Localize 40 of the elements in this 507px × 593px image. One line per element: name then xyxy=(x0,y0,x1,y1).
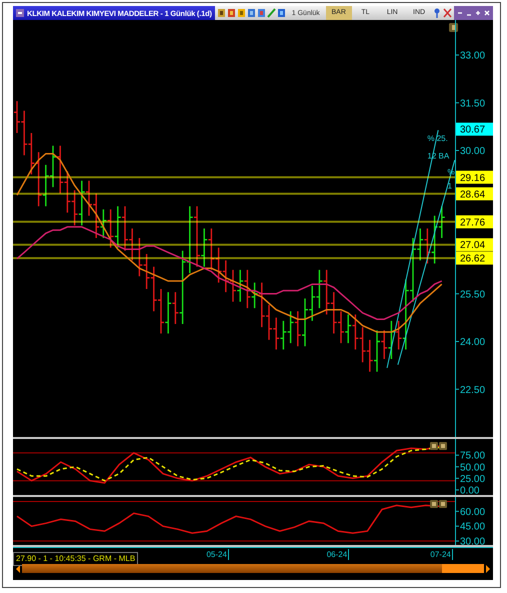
price-tag: 30.67 xyxy=(456,122,493,136)
axis-label: 50.00 xyxy=(460,462,486,474)
tool-icon[interactable] xyxy=(276,8,286,18)
axis-label: 30.00 xyxy=(460,146,486,157)
axis-label: 22.50 xyxy=(460,384,486,396)
window-menu-icon[interactable] xyxy=(16,9,24,17)
axis-label: 25.50 xyxy=(460,289,486,300)
annotation-label: % 25. xyxy=(427,134,448,143)
price-tag: 27.04 xyxy=(456,238,493,252)
scrollbar-thumb[interactable] xyxy=(442,564,484,573)
price-tag: 26.62 xyxy=(456,252,493,265)
annotation-label: 1 xyxy=(448,182,452,191)
date-label: 07-24 xyxy=(422,549,453,560)
close-cross-icon[interactable] xyxy=(442,8,452,18)
axis-label: 24.00 xyxy=(460,337,486,348)
maximize-icon[interactable] xyxy=(474,8,482,18)
axis-label: 0.00 xyxy=(460,485,480,495)
axis-label: 75.00 xyxy=(460,450,486,462)
axis-label: 45.00 xyxy=(460,522,486,533)
ref-line-label: 26.62 xyxy=(460,254,486,265)
panel-buttons-icon[interactable] xyxy=(430,500,447,508)
price-tag: 28.64 xyxy=(456,187,493,200)
close-icon[interactable] xyxy=(483,8,491,18)
date-label: 05-24 xyxy=(198,549,229,560)
ref-line-label: 29.16 xyxy=(460,172,486,184)
price-tag: 29.16 xyxy=(456,170,493,184)
axis-label: 33.00 xyxy=(460,50,486,62)
pin-icon[interactable] xyxy=(432,8,442,18)
ref-line-label: 28.64 xyxy=(460,189,486,200)
pencil-icon[interactable] xyxy=(266,8,276,18)
ref-line-label: 27.04 xyxy=(460,240,486,252)
axis-label: 60.00 xyxy=(460,506,486,518)
date-label: 06-24 xyxy=(318,549,350,560)
ref-line-label: 27.76 xyxy=(460,217,486,228)
axis-label: 25.00 xyxy=(460,474,486,485)
axis-label: 30.00 xyxy=(460,536,486,545)
axis-label: 31.50 xyxy=(460,98,486,110)
price-tag: 27.76 xyxy=(456,215,493,228)
panel-buttons-icon[interactable] xyxy=(430,442,447,450)
scrollbar-track[interactable] xyxy=(22,564,484,573)
